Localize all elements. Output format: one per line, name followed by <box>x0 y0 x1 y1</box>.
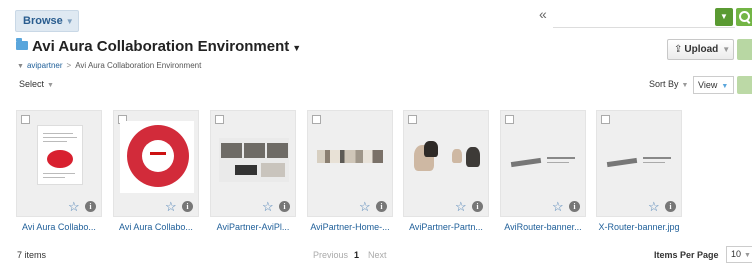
sort-label: Sort By <box>649 79 679 89</box>
document-thumbnail[interactable] <box>120 121 194 193</box>
chevron-down-icon: ▼ <box>681 82 689 89</box>
chevron-down-icon: ▼ <box>722 45 731 54</box>
star-icon[interactable]: ☆ <box>68 200 80 213</box>
breadcrumb: ▼ avipartner > Avi Aura Collaboration Envir… <box>17 61 201 70</box>
refresh-icon[interactable] <box>737 76 752 94</box>
info-icon[interactable]: i <box>569 201 580 212</box>
tile-checkbox[interactable] <box>215 115 224 124</box>
search-input[interactable] <box>553 7 735 28</box>
tile-filename[interactable]: Avi Aura Collabo... <box>11 222 107 232</box>
document-tile[interactable]: ☆ i <box>307 110 393 217</box>
star-icon[interactable]: ☆ <box>359 200 371 213</box>
tile-checkbox[interactable] <box>312 115 321 124</box>
chevron-down-icon: ▼ <box>65 17 74 26</box>
tile-filename[interactable]: AviRouter-banner... <box>495 222 591 232</box>
star-icon[interactable]: ☆ <box>455 200 467 213</box>
chevron-down-icon: ▼ <box>292 43 302 53</box>
chevron-down-icon: ▼ <box>744 252 751 259</box>
tile-filename[interactable]: AviPartner-Home-... <box>302 222 398 232</box>
document-thumbnail[interactable] <box>37 125 83 185</box>
star-icon[interactable]: ☆ <box>648 200 660 213</box>
info-icon[interactable]: i <box>182 201 193 212</box>
upload-button[interactable]: ⇪ Upload ▼ <box>667 39 734 60</box>
document-thumbnail[interactable] <box>510 153 581 173</box>
actions-button-disabled[interactable] <box>737 39 752 60</box>
info-icon[interactable]: i <box>376 201 387 212</box>
document-thumbnail[interactable] <box>606 153 677 173</box>
view-label: View <box>698 80 718 90</box>
document-tile[interactable]: ☆ i <box>113 110 199 217</box>
tile-checkbox[interactable] <box>601 115 610 124</box>
info-icon[interactable]: i <box>85 201 96 212</box>
view-dropdown[interactable]: View ▼ <box>693 76 734 94</box>
pager-previous-link[interactable]: Previous <box>313 250 348 260</box>
upload-icon: ⇪ <box>674 44 683 55</box>
collapse-arrow-icon[interactable]: ▼ <box>17 63 24 70</box>
document-tile[interactable]: ☆ i <box>500 110 586 217</box>
page-title[interactable]: Avi Aura Collaboration Environment ▼ <box>32 38 301 55</box>
tile-filename[interactable]: Avi Aura Collabo... <box>108 222 204 232</box>
browse-menu-button[interactable]: Browse ▼ <box>15 10 79 32</box>
document-tile[interactable]: ☆ i <box>210 110 296 217</box>
tile-filename[interactable]: AviPartner-Partn... <box>398 222 494 232</box>
star-icon[interactable]: ☆ <box>552 200 564 213</box>
tile-checkbox[interactable] <box>21 115 30 124</box>
chevron-down-icon: ▼ <box>47 82 54 89</box>
items-per-page-select[interactable]: 10 ▼ <box>726 246 752 263</box>
search-icon[interactable] <box>736 8 752 26</box>
sort-by-dropdown[interactable]: Sort By ▼ <box>649 79 688 89</box>
breadcrumb-link[interactable]: avipartner <box>27 61 63 70</box>
tile-checkbox[interactable] <box>408 115 417 124</box>
item-count: 7 items <box>17 250 47 260</box>
select-dropdown[interactable]: Select ▼ <box>19 79 54 89</box>
filter-dropdown-button[interactable]: ▼ <box>715 8 733 26</box>
breadcrumb-separator: > <box>66 61 72 70</box>
document-thumbnail[interactable] <box>414 141 482 175</box>
star-icon[interactable]: ☆ <box>165 200 177 213</box>
folder-icon <box>16 38 28 50</box>
upload-label: Upload <box>684 44 719 55</box>
document-tile[interactable]: ☆ i <box>16 110 102 217</box>
pager-current-page: 1 <box>354 250 360 260</box>
star-icon[interactable]: ☆ <box>262 200 274 213</box>
chevron-down-icon: ▼ <box>721 83 729 90</box>
tile-checkbox[interactable] <box>505 115 514 124</box>
items-per-page-label: Items Per Page <box>654 250 719 260</box>
pager-next-link[interactable]: Next <box>368 250 387 260</box>
collapse-panel-icon[interactable]: « <box>539 6 553 24</box>
items-per-page-value: 10 <box>731 249 742 259</box>
document-thumbnail[interactable] <box>317 150 383 163</box>
document-thumbnail[interactable] <box>219 138 289 182</box>
page-title-text: Avi Aura Collaboration Environment <box>32 38 290 55</box>
document-tile[interactable]: ☆ i <box>596 110 682 217</box>
info-icon[interactable]: i <box>472 201 483 212</box>
browse-label: Browse <box>23 15 63 27</box>
breadcrumb-current: Avi Aura Collaboration Environment <box>75 61 202 70</box>
document-tile[interactable]: ☆ i <box>403 110 489 217</box>
select-label: Select <box>19 79 45 89</box>
info-icon[interactable]: i <box>665 201 676 212</box>
info-icon[interactable]: i <box>279 201 290 212</box>
tile-filename[interactable]: AviPartner-AviPl... <box>205 222 301 232</box>
tile-filename[interactable]: X-Router-banner.jpg <box>591 222 687 232</box>
